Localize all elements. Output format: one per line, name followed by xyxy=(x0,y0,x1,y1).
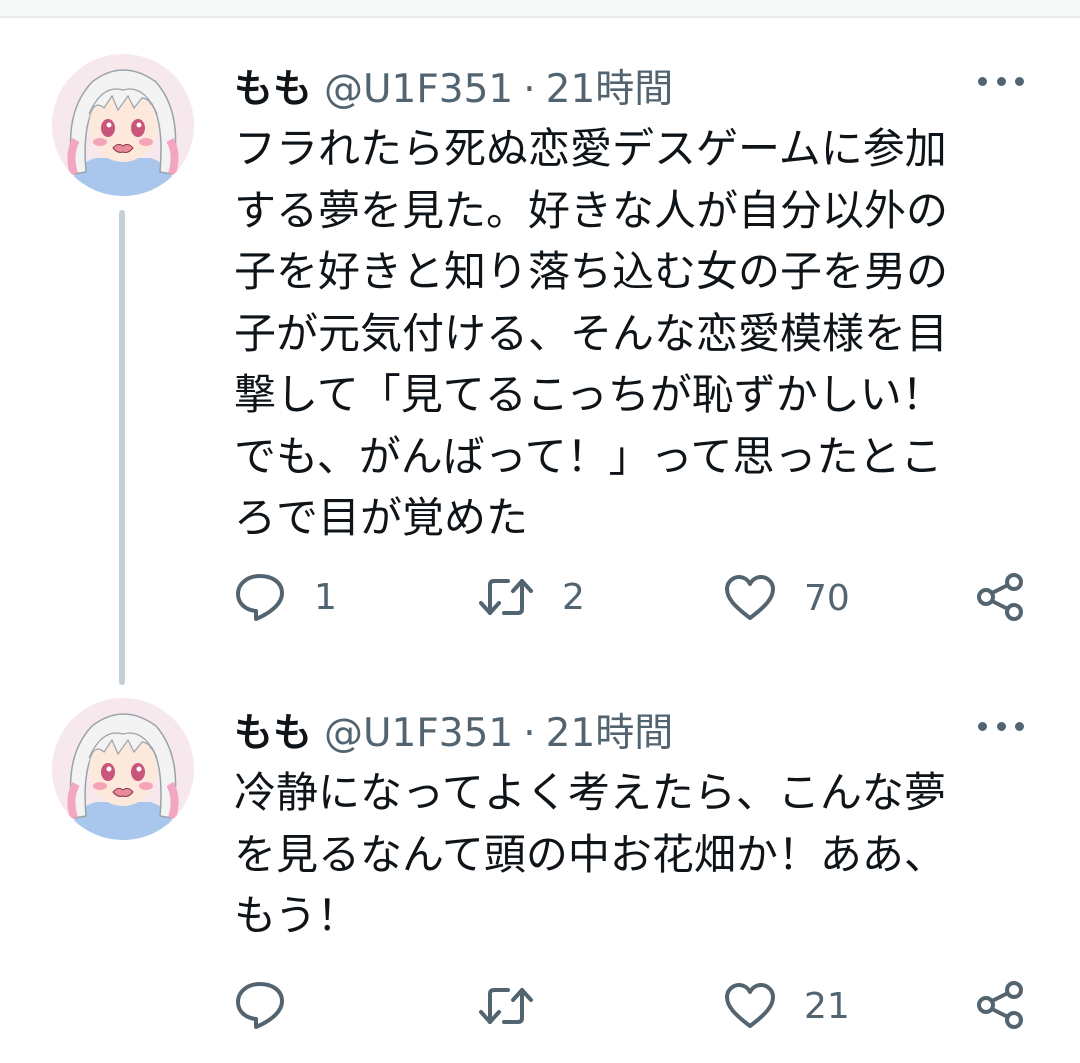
tweet-text-line: 冷静になってよく考えたら、こんな夢 xyxy=(234,768,946,817)
like-button[interactable]: 21 xyxy=(724,982,850,1030)
heart-outline-icon xyxy=(725,575,775,620)
tweet-text-line: 子を好きと知り落ち込む女の子を男の xyxy=(234,247,949,296)
display-name[interactable]: もも xyxy=(234,702,312,758)
more-dot-icon xyxy=(996,76,1006,86)
timestamp[interactable]: 21時間 xyxy=(546,702,674,758)
separator-dot: · xyxy=(523,67,536,112)
speech-bubble-icon xyxy=(236,574,284,621)
heart-outline-icon xyxy=(725,983,775,1028)
avatar[interactable] xyxy=(52,54,194,196)
retweet-button[interactable]: 2 xyxy=(478,575,585,619)
more-options-button[interactable] xyxy=(978,71,1024,91)
share-nodes-icon xyxy=(977,981,1023,1029)
tweet-1[interactable]: もも @U1F351 · 21時間 フラれたら死ぬ恋愛デスゲームに参加 する夢を… xyxy=(0,0,1080,685)
retweet-button[interactable] xyxy=(478,984,562,1028)
timestamp[interactable]: 21時間 xyxy=(546,58,674,114)
like-button[interactable]: 70 xyxy=(724,574,850,622)
retweet-count: 2 xyxy=(562,576,585,618)
tweet-text-line: フラれたら死ぬ恋愛デスゲームに参加 xyxy=(234,124,947,173)
tweet-text-line: でも、がんばって！」って思ったとこ xyxy=(234,431,943,481)
tweet-header: もも @U1F351 · 21時間 xyxy=(234,58,673,114)
user-handle[interactable]: @U1F351 xyxy=(324,67,513,112)
more-dot-icon xyxy=(978,76,987,86)
more-dot-icon xyxy=(996,721,1006,731)
tweet-text-line: 子が元気付ける、そんな恋愛模様を目 xyxy=(234,308,949,358)
share-nodes-icon xyxy=(977,573,1023,621)
more-dot-icon xyxy=(1015,721,1024,731)
display-name[interactable]: もも xyxy=(234,58,312,114)
share-button[interactable] xyxy=(976,980,1026,1030)
retweet-arrows-icon xyxy=(479,579,533,615)
reply-button[interactable] xyxy=(234,980,314,1030)
tweet-text-line: 撃して「見てるこっちが恥ずかしい！ xyxy=(234,370,944,419)
retweet-arrows-icon xyxy=(479,988,533,1024)
tweet-text-line: を見るなんて頭の中お花畑か！ああ、 xyxy=(234,829,946,879)
avatar-image xyxy=(52,54,194,196)
like-count: 21 xyxy=(804,985,850,1027)
avatar[interactable] xyxy=(52,698,194,840)
tweet-header: もも @U1F351 · 21時間 xyxy=(234,702,673,758)
tweet-text-line: ろで目が覚めた xyxy=(234,493,529,542)
tweet-text-line: もう！ xyxy=(234,891,359,940)
tweet-2[interactable]: もも @U1F351 · 21時間 冷静になってよく考えたら、こんな夢 を見るな… xyxy=(0,680,1080,1063)
more-options-button[interactable] xyxy=(978,716,1024,736)
more-dot-icon xyxy=(1015,76,1024,86)
reply-button[interactable]: 1 xyxy=(234,572,337,622)
speech-bubble-icon xyxy=(236,982,284,1029)
more-dot-icon xyxy=(978,721,987,731)
reply-count: 1 xyxy=(314,576,337,618)
separator-dot: · xyxy=(523,711,536,756)
tweet-text-line: する夢を見た。好きな人が自分以外の xyxy=(234,185,949,235)
avatar-image xyxy=(52,698,194,840)
like-count: 70 xyxy=(804,577,850,619)
share-button[interactable] xyxy=(976,572,1026,622)
thread-line xyxy=(119,210,125,685)
user-handle[interactable]: @U1F351 xyxy=(324,711,513,756)
tweet-text: フラれたら死ぬ恋愛デスゲームに参加 する夢を見た。好きな人が自分以外の 子を好き… xyxy=(234,118,1024,549)
tweet-text: 冷静になってよく考えたら、こんな夢 を見るなんて頭の中お花畑か！ああ、 もう！ xyxy=(234,762,1024,947)
